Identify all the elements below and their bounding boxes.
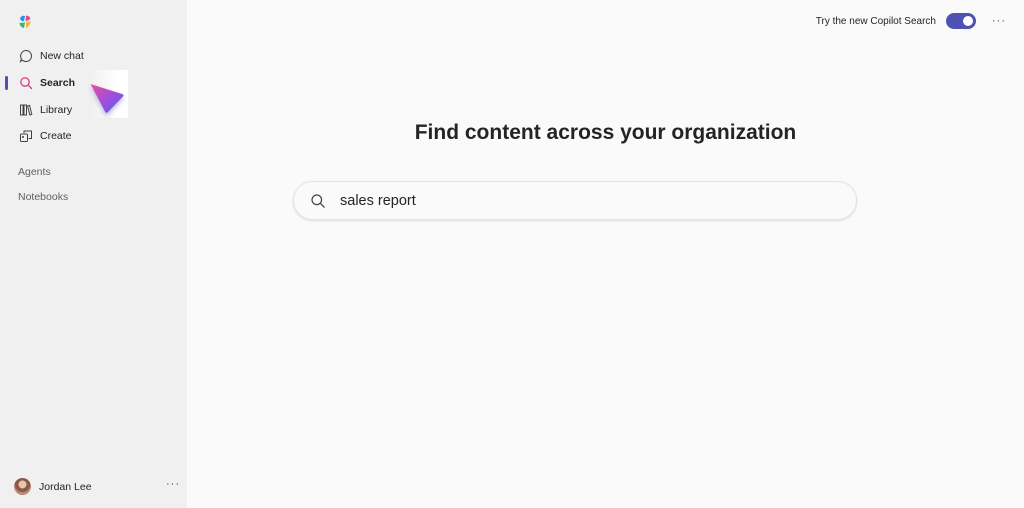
sidebar-item-label: Create: [40, 130, 72, 142]
copilot-logo-icon[interactable]: [17, 14, 33, 30]
active-indicator: [5, 76, 8, 90]
search-box[interactable]: [293, 181, 857, 220]
page-title: Find content across your organization: [414, 121, 797, 144]
user-name: Jordan Lee: [39, 480, 92, 493]
library-icon: [20, 104, 33, 116]
copilot-search-toggle[interactable]: [946, 13, 976, 29]
sidebar-item-label: Library: [40, 104, 73, 116]
create-icon: [20, 130, 32, 142]
copilot-cursor-icon: [90, 84, 124, 113]
search-input[interactable]: [340, 192, 820, 209]
more-options-button[interactable]: ···: [992, 15, 1006, 27]
chat-bubble-icon: [19, 49, 32, 63]
avatar: [14, 478, 31, 495]
search-icon: [311, 193, 325, 208]
sidebar-section-agents[interactable]: Agents: [18, 166, 51, 178]
sidebar-item-label: Search: [40, 77, 76, 89]
user-profile[interactable]: Jordan Lee: [14, 478, 92, 495]
sidebar: New chat Search Library Create Agents No…: [0, 0, 187, 508]
header-actions: Try the new Copilot Search ···: [816, 13, 1006, 29]
sidebar-item-label: New chat: [40, 50, 84, 62]
sidebar-item-new-chat[interactable]: New chat: [14, 44, 134, 68]
user-more-button[interactable]: ···: [166, 478, 180, 490]
search-icon: [20, 77, 33, 90]
sidebar-section-notebooks[interactable]: Notebooks: [18, 191, 68, 203]
sidebar-item-create[interactable]: Create: [14, 124, 134, 148]
copilot-search-toggle-label: Try the new Copilot Search: [815, 15, 936, 27]
